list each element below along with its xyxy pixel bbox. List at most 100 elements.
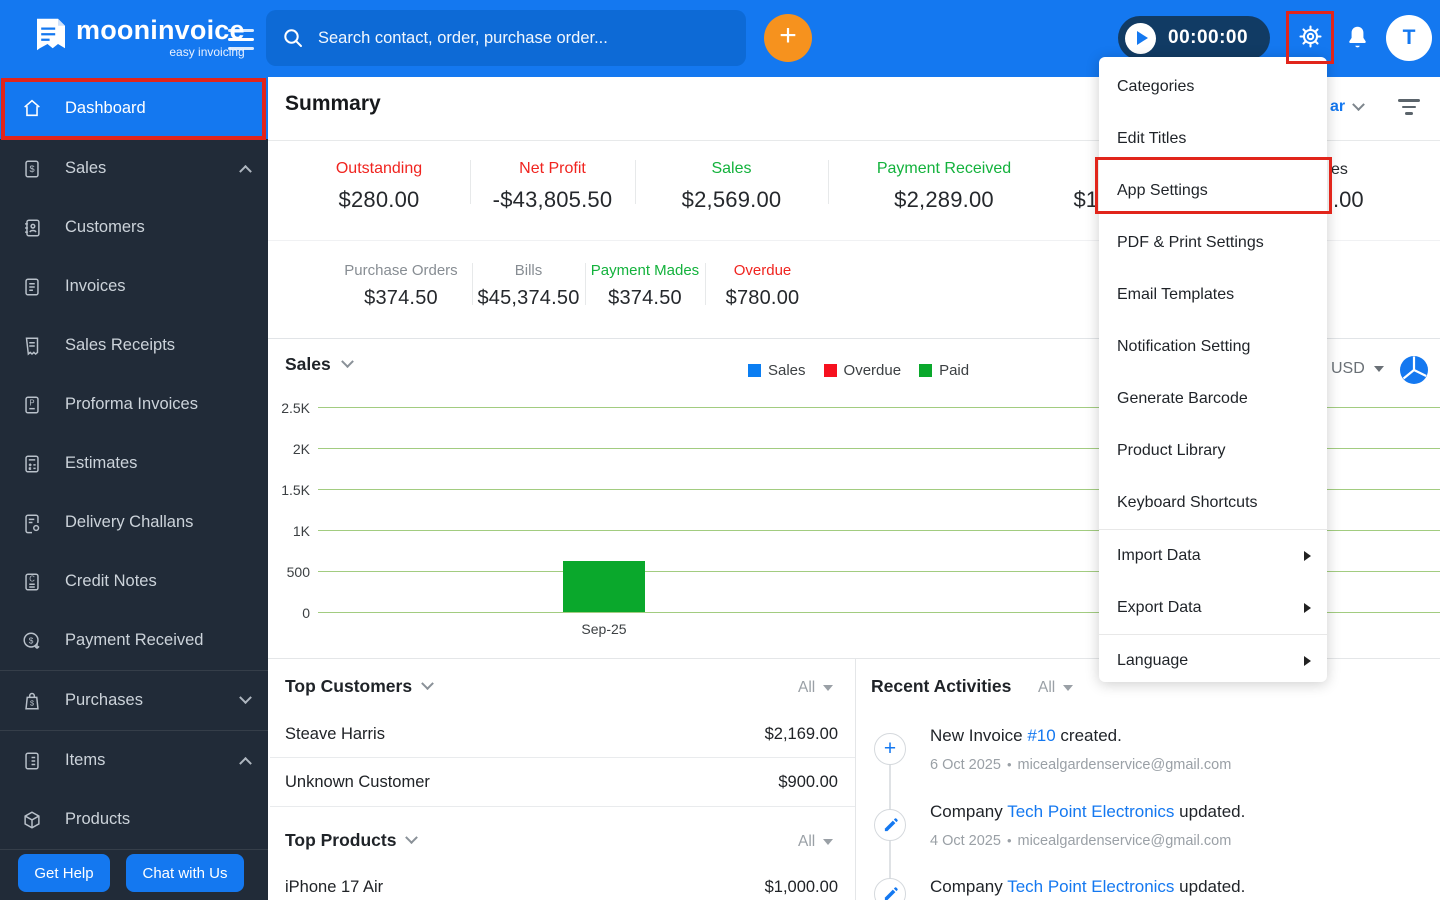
metric-expenses-value-partial: .00 (1333, 187, 1364, 212)
activity-link[interactable]: #10 (1027, 726, 1055, 745)
logo-name: mooninvoice (76, 15, 245, 45)
metric-value: $280.00 (338, 187, 420, 212)
menu-item-label: Export Data (1117, 599, 1202, 616)
user-avatar[interactable]: T (1386, 15, 1432, 61)
sidebar-item-label: Payment Received (65, 631, 204, 649)
mooninvoice-logo-icon (37, 18, 65, 51)
metric-value: $374.50 (608, 287, 682, 309)
activity-text-prefix: Company (930, 802, 1008, 821)
sidebar-item-label: Products (65, 810, 131, 828)
menu-item-app-settings[interactable]: App Settings (1099, 165, 1327, 217)
sidebar-item-delivery-challans[interactable]: Delivery Challans (0, 493, 268, 552)
submenu-arrow-icon (1304, 551, 1311, 561)
sidebar-item-products[interactable]: Products (0, 790, 268, 849)
activity-text: Company Tech Point Electronics updated. (930, 877, 1245, 897)
timer-play-button[interactable] (1125, 22, 1156, 54)
menu-item-edit-titles[interactable]: Edit Titles (1099, 113, 1327, 165)
sidebar-item-sales[interactable]: $ Sales (0, 139, 268, 198)
chat-with-us-button[interactable]: Chat with Us (126, 854, 244, 892)
customer-row-name[interactable]: Unknown Customer (285, 773, 430, 792)
chevron-down-icon (405, 831, 419, 845)
menu-item-pdf-print-settings[interactable]: PDF & Print Settings (1099, 217, 1327, 269)
receipt-icon (25, 336, 39, 356)
currency-selector[interactable]: USD (1331, 360, 1384, 378)
sidebar-item-estimates[interactable]: Estimates (0, 434, 268, 493)
menu-item-product-library[interactable]: Product Library (1099, 425, 1327, 477)
menu-item-label: Email Templates (1117, 286, 1235, 303)
hamburger-menu-icon[interactable] (228, 29, 254, 56)
chevron-up-icon (239, 756, 252, 770)
chevron-down-icon (340, 355, 354, 369)
chart-title: Sales (285, 354, 331, 374)
pie-chart-toggle-icon[interactable] (1399, 355, 1429, 390)
search-icon (284, 29, 302, 47)
activity-text: New Invoice #10 created. (930, 726, 1122, 746)
metric-net-profit: Net Profit -$43,805.50 (470, 160, 635, 213)
menu-item-label: Keyboard Shortcuts (1117, 494, 1258, 511)
customer-row-amount: $900.00 (778, 773, 838, 791)
metric-divider (828, 160, 829, 204)
sidebar-item-sales-receipts[interactable]: Sales Receipts (0, 316, 268, 375)
period-selector[interactable]: ar (1330, 97, 1365, 116)
app-logo[interactable]: mooninvoice easy invoicing (34, 16, 245, 59)
activity-link[interactable]: Tech Point Electronics (1007, 877, 1174, 896)
get-help-button[interactable]: Get Help (18, 854, 110, 892)
menu-item-notification-setting[interactable]: Notification Setting (1099, 321, 1327, 373)
sidebar-item-dashboard[interactable]: Dashboard (0, 77, 268, 139)
sidebar-item-credit-notes[interactable]: C Credit Notes (0, 552, 268, 611)
metric-value: $2,289.00 (894, 187, 994, 212)
settings-gear-icon[interactable] (1295, 21, 1326, 57)
metric-value: $374.50 (364, 287, 438, 309)
activity-date: 4 Oct 2025 (930, 833, 1001, 849)
filter-icon[interactable] (1398, 99, 1420, 119)
triangle-down-icon (1373, 366, 1384, 372)
delivery-challan-icon (25, 513, 40, 533)
quick-add-button[interactable]: + (764, 14, 812, 62)
metric-payment-mades: Payment Mades $374.50 (585, 262, 705, 310)
row-divider (270, 806, 855, 807)
sidebar-item-purchases[interactable]: $ Purchases (0, 671, 268, 730)
recent-activities-filter[interactable]: All (1038, 679, 1074, 697)
customers-book-icon (25, 218, 40, 237)
chart-title-dropdown[interactable]: Sales (285, 354, 354, 375)
top-customers-header[interactable]: Top Customers (285, 676, 434, 697)
currency-label: USD (1331, 360, 1365, 377)
customer-row-name[interactable]: Steave Harris (285, 725, 385, 744)
menu-item-language[interactable]: Language (1099, 635, 1327, 687)
top-products-header[interactable]: Top Products (285, 830, 419, 851)
metric-label: Sales (711, 160, 752, 177)
customer-row-amount: $2,169.00 (764, 725, 838, 743)
sales-document-icon: $ (25, 159, 39, 178)
items-list-icon (25, 751, 39, 770)
search-input[interactable]: Search contact, order, purchase order... (266, 10, 746, 66)
top-products-filter[interactable]: All (798, 833, 834, 851)
menu-item-label: Edit Titles (1117, 130, 1187, 147)
logo-tagline: easy invoicing (169, 45, 245, 59)
sidebar-item-payment-received[interactable]: $ Payment Received (0, 611, 268, 670)
menu-item-keyboard-shortcuts[interactable]: Keyboard Shortcuts (1099, 477, 1327, 529)
svg-text:P: P (29, 398, 34, 407)
metric-label: Bills (514, 262, 543, 279)
menu-item-generate-barcode[interactable]: Generate Barcode (1099, 373, 1327, 425)
activity-link[interactable]: Tech Point Electronics (1007, 802, 1174, 821)
sidebar-divider (0, 849, 268, 850)
activity-pencil-icon (874, 878, 906, 900)
sidebar-item-customers[interactable]: Customers (0, 198, 268, 257)
activity-text-suffix: updated. (1174, 877, 1246, 896)
product-row-name[interactable]: iPhone 17 Air (285, 878, 383, 897)
notifications-bell-icon[interactable] (1344, 24, 1371, 58)
app-window: mooninvoice easy invoicing Search contac… (0, 0, 1440, 900)
top-customers-filter[interactable]: All (798, 679, 834, 697)
sidebar-item-invoices[interactable]: Invoices (0, 257, 268, 316)
chevron-down-icon (1352, 97, 1365, 111)
menu-item-categories[interactable]: Categories (1099, 61, 1327, 113)
metric-value: $780.00 (725, 287, 800, 309)
menu-item-email-templates[interactable]: Email Templates (1099, 269, 1327, 321)
sidebar-item-proforma-invoices[interactable]: P Proforma Invoices (0, 375, 268, 434)
menu-item-import-data[interactable]: Import Data (1099, 530, 1327, 582)
x-axis-tick: Sep-25 (581, 621, 627, 637)
sidebar-item-label: Purchases (65, 691, 143, 709)
menu-item-export-data[interactable]: Export Data (1099, 582, 1327, 634)
chart-bar-paid[interactable] (563, 561, 645, 612)
sidebar-item-items[interactable]: Items (0, 731, 268, 790)
